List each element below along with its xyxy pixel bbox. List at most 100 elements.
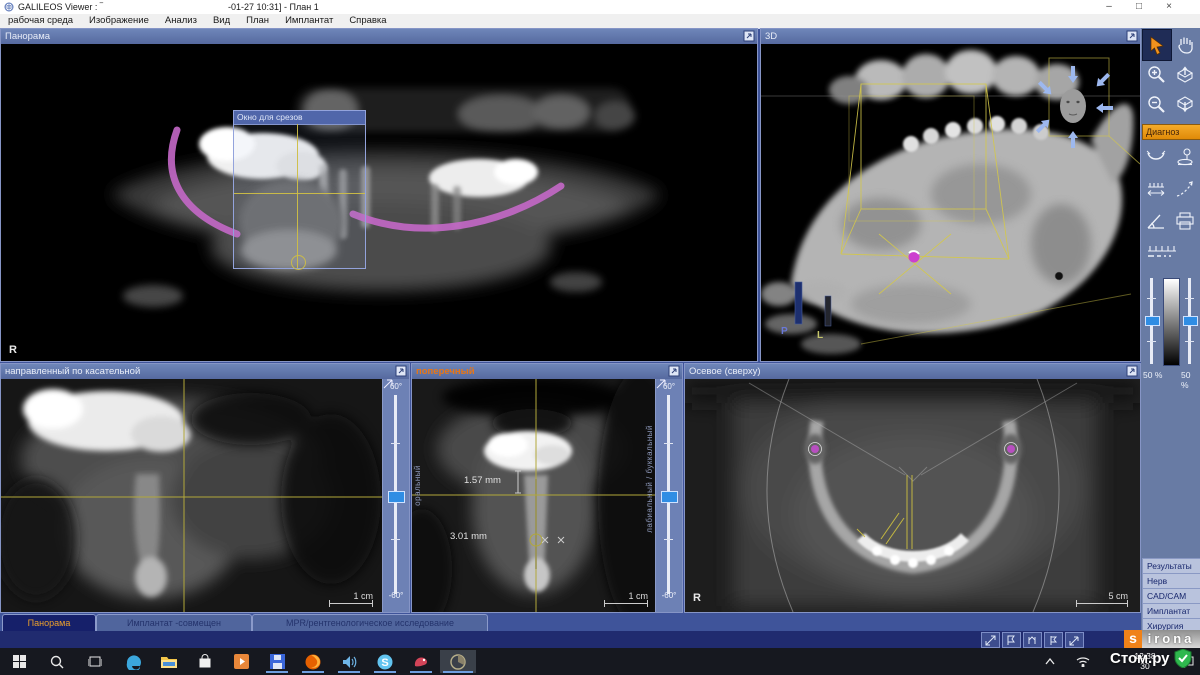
zoom-out-tool[interactable]	[1142, 89, 1170, 119]
close-button[interactable]: ×	[1156, 0, 1182, 14]
edge-icon[interactable]	[118, 650, 148, 673]
save-app-icon[interactable]	[262, 650, 292, 673]
maximize-icon[interactable]	[395, 365, 407, 377]
cross-header: поперечный	[412, 364, 682, 380]
scale-bar: 1 cm	[313, 591, 373, 605]
contrast-slider-handle[interactable]	[1183, 316, 1198, 326]
status-tool-icon[interactable]	[1065, 632, 1084, 648]
store-icon[interactable]	[190, 650, 220, 673]
menu-image[interactable]: Изображение	[81, 14, 157, 28]
status-tool-icon[interactable]	[1023, 632, 1042, 648]
results-button[interactable]: Результаты	[1142, 558, 1200, 574]
cross-title: поперечный	[416, 366, 475, 377]
clip-box-up-tool[interactable]	[1171, 59, 1199, 89]
clip-box-down-tool[interactable]	[1171, 89, 1199, 119]
maximize-icon[interactable]	[1126, 365, 1138, 377]
oral-side-label: оральный	[413, 465, 422, 506]
sirona-logo: s irona	[1124, 630, 1200, 648]
skype-icon[interactable]: S	[370, 650, 400, 673]
menu-help[interactable]: Справка	[341, 14, 394, 28]
slice-window-title[interactable]: Окно для срезов	[234, 111, 365, 125]
tool-sidebar: Диагноз	[1141, 28, 1200, 630]
scale-ruler-tool[interactable]	[1142, 236, 1182, 266]
maximize-icon[interactable]	[743, 30, 755, 42]
brightness-value: 50 %	[1143, 370, 1162, 380]
angle-min-label: -60°	[383, 591, 409, 600]
svg-text:S: S	[381, 657, 388, 669]
red-app-icon[interactable]	[406, 650, 436, 673]
angle-slider-strip[interactable]: 60° -60°	[655, 379, 682, 612]
status-tool-icon[interactable]	[1044, 632, 1063, 648]
axial-view[interactable]: R 5 cm	[685, 379, 1140, 612]
angle-slider-strip[interactable]: 60° -60°	[382, 379, 409, 612]
start-button[interactable]	[4, 650, 34, 673]
minimize-button[interactable]: –	[1096, 0, 1122, 14]
app-globe-icon	[4, 2, 14, 12]
tab-mpr[interactable]: MPR/рентгенологическое исследование	[252, 614, 488, 631]
menu-plan[interactable]: План	[238, 14, 277, 28]
panorama-view[interactable]: Окно для срезов R	[1, 44, 757, 361]
network-icon[interactable]	[1072, 650, 1094, 673]
menu-implant[interactable]: Имплантат	[277, 14, 341, 28]
panel-axial: Осевое (сверху)	[684, 363, 1141, 613]
articulator-tool[interactable]	[1171, 142, 1199, 172]
tangential-view[interactable]: 1 cm 60° -60°	[1, 379, 409, 612]
menu-view[interactable]: Вид	[205, 14, 238, 28]
cadcam-button[interactable]: CAD/CAM	[1142, 588, 1200, 604]
volume-app-icon[interactable]	[334, 650, 364, 673]
orientation-label-posterior: P	[781, 326, 788, 337]
tray-chevron-icon[interactable]	[1040, 650, 1060, 673]
path-measure-tool[interactable]	[1171, 174, 1199, 204]
implant-button[interactable]: Имплантат	[1142, 603, 1200, 619]
angle-measure-tool[interactable]	[1142, 206, 1170, 236]
tab-implant-aligned[interactable]: Имплантат -совмещен	[96, 614, 252, 631]
search-icon[interactable]	[42, 650, 72, 673]
axial-title: Осевое (сверху)	[689, 366, 761, 377]
brightness-slider-handle[interactable]	[1145, 316, 1160, 326]
measurement-value: 3.01 mm	[450, 531, 487, 542]
select-arrow-tool[interactable]	[1142, 29, 1172, 61]
menu-analysis[interactable]: Анализ	[157, 14, 205, 28]
nerve-button[interactable]: Нерв	[1142, 573, 1200, 589]
angle-reset-icon[interactable]	[656, 379, 667, 389]
contrast-value: 50 %	[1181, 370, 1200, 390]
print-tool[interactable]	[1171, 206, 1199, 236]
workspace-tab-bar: Панорама Имплантат -совмещен MPR/рентген…	[0, 613, 1141, 631]
angle-reset-icon[interactable]	[383, 379, 394, 389]
menu-workspace[interactable]: рабочая среда	[0, 14, 81, 28]
firefox-icon[interactable]	[298, 650, 328, 673]
galileos-app-icon[interactable]	[440, 650, 476, 673]
distance-measure-tool[interactable]	[1142, 174, 1170, 204]
pan-hand-tool[interactable]	[1171, 29, 1199, 59]
galileos-viewer-window: GALILEOS Viewer : ‾ -01-27 10:31] - План…	[0, 0, 1200, 675]
status-tool-icon[interactable]	[1002, 632, 1021, 648]
angle-slider-handle[interactable]	[388, 491, 405, 503]
angle-slider-handle[interactable]	[661, 491, 678, 503]
tab-panorama[interactable]: Панорама	[2, 614, 96, 631]
maximize-icon[interactable]	[668, 365, 680, 377]
3d-title: 3D	[765, 31, 777, 42]
file-explorer-icon[interactable]	[154, 650, 184, 673]
panel-panorama: Панорама	[0, 28, 758, 362]
3d-view[interactable]: P L	[761, 44, 1140, 361]
media-app-icon[interactable]	[226, 650, 256, 673]
zoom-in-tool[interactable]	[1142, 59, 1170, 89]
buccal-side-label: лабиальный / буккальный	[645, 425, 654, 533]
task-view-icon[interactable]	[80, 650, 110, 673]
restore-button[interactable]: □	[1126, 0, 1152, 14]
scale-bar: 1 cm	[588, 591, 648, 605]
window-title-session: -01-27 10:31] - План 1	[228, 0, 319, 14]
measurement-value: 1.57 mm	[464, 475, 501, 486]
diagnosis-button[interactable]: Диагноз	[1142, 124, 1200, 140]
status-tool-icon[interactable]	[981, 632, 1000, 648]
maximize-icon[interactable]	[1126, 30, 1138, 42]
panel-cross-section: поперечный	[411, 363, 683, 613]
menu-bar: рабочая средаИзображениеАнализВидПланИмп…	[0, 14, 1200, 29]
slice-window[interactable]: Окно для срезов	[233, 110, 366, 269]
cross-view[interactable]: 1.57 mm 3.01 mm оральный лабиальный / бу…	[412, 379, 682, 612]
dental-arch-tool[interactable]	[1142, 142, 1170, 172]
crosshair-vertical	[297, 124, 298, 268]
window-title: GALILEOS Viewer : ‾	[18, 0, 103, 14]
scale-bar: 5 cm	[1058, 591, 1128, 605]
crosshair-target	[291, 255, 306, 270]
